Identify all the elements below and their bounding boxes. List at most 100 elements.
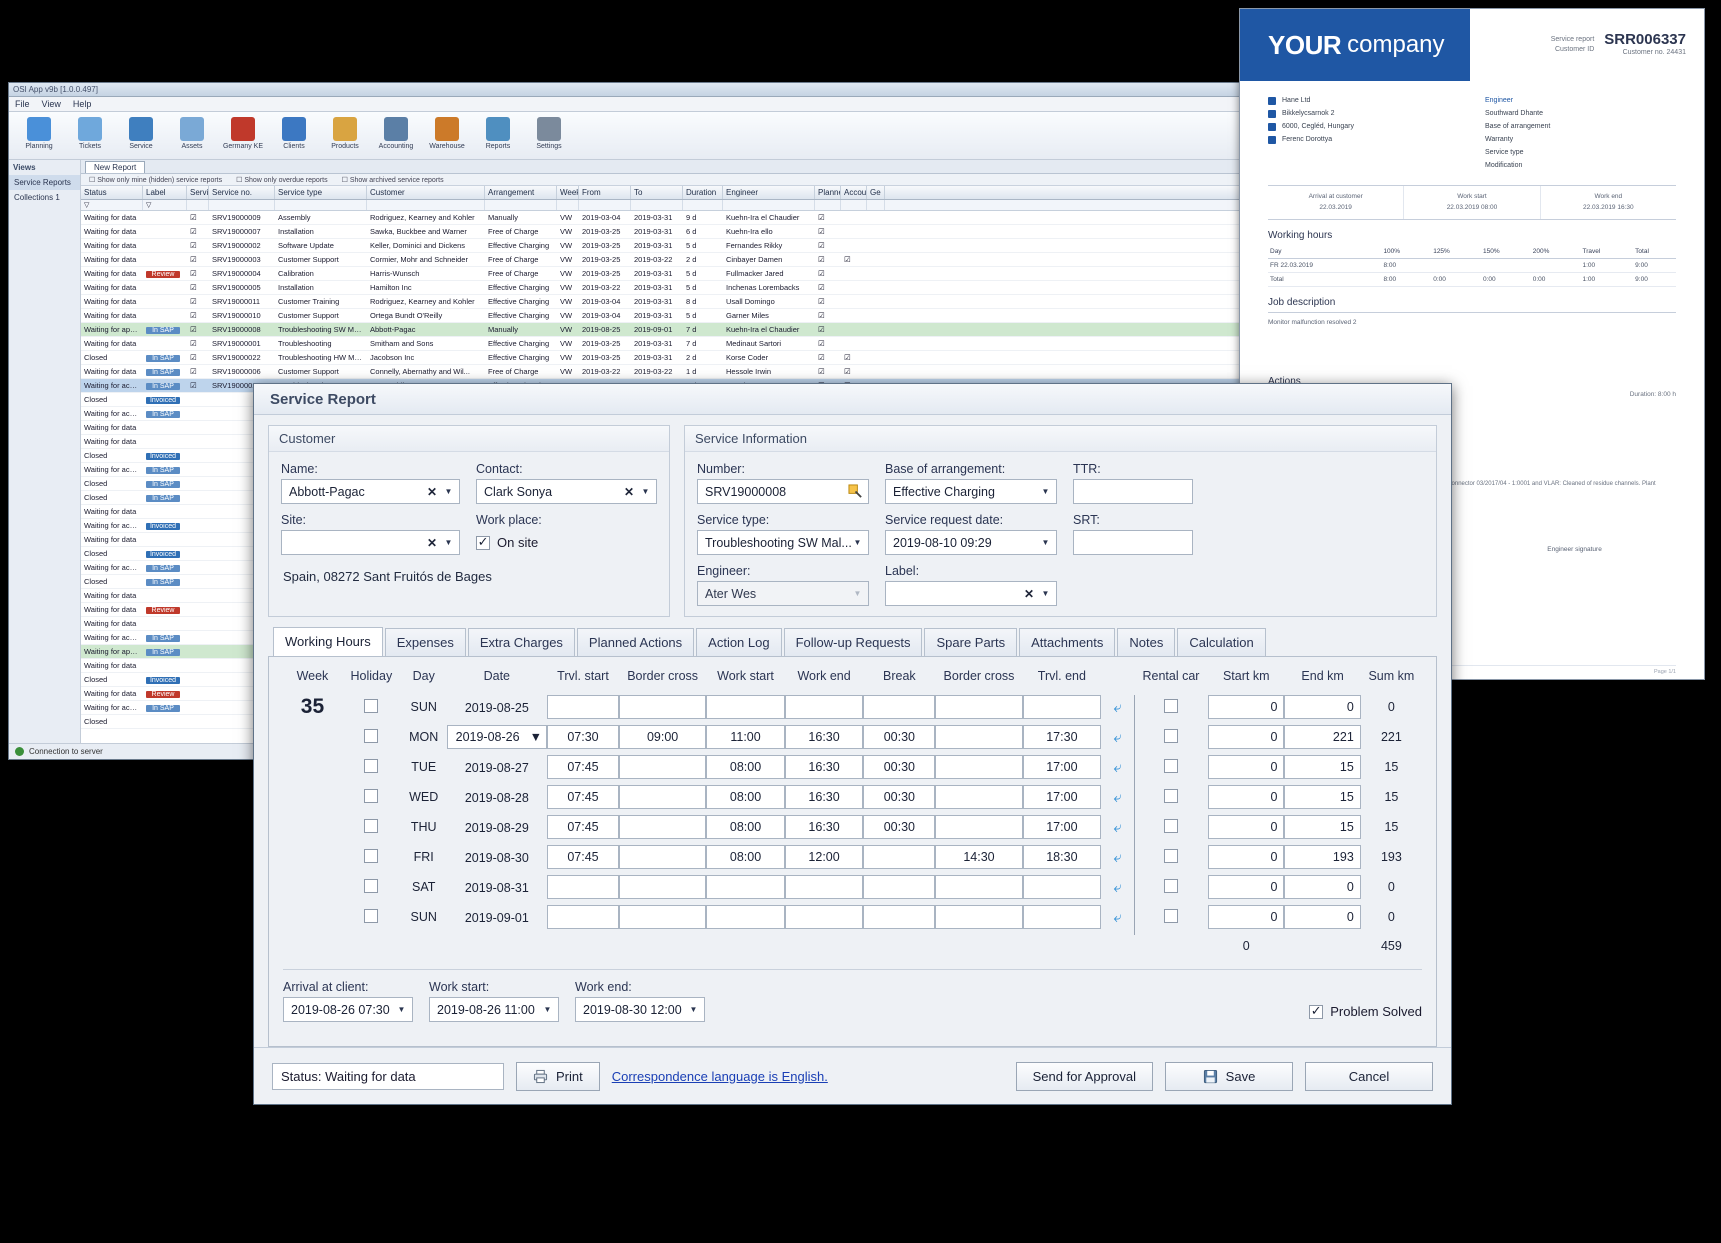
customer-site-clear-icon[interactable]: ✕ xyxy=(422,536,442,550)
holiday-checkbox[interactable] xyxy=(364,908,379,923)
chevron-down-icon[interactable]: ▼ xyxy=(442,487,455,496)
tab-working-hours[interactable]: Working Hours xyxy=(273,627,383,657)
chevron-down-icon[interactable]: ▼ xyxy=(851,538,864,547)
travel-start-input[interactable]: 07:45 xyxy=(546,785,619,809)
toolbar-settings[interactable]: Settings xyxy=(525,115,573,151)
start-km-input[interactable]: 0 xyxy=(1208,755,1285,779)
travel-end-input[interactable]: 18:30 xyxy=(1022,845,1102,869)
end-km-input[interactable]: 15 xyxy=(1284,785,1361,809)
border-cross-out-input[interactable] xyxy=(618,815,707,839)
menu-item-view[interactable]: View xyxy=(42,99,61,109)
save-button[interactable]: Save xyxy=(1165,1061,1293,1091)
magic-wand-icon[interactable] xyxy=(847,483,864,500)
work-start-input[interactable] xyxy=(706,905,785,929)
table-row[interactable]: Waiting for data ☑ SRV19000009 Assembly Rodr… xyxy=(81,211,1244,225)
reset-row-icon[interactable]: ⤶ xyxy=(1113,909,1121,926)
chevron-down-icon[interactable]: ▼ xyxy=(442,538,455,547)
holiday-checkbox[interactable] xyxy=(364,728,379,743)
border-cross-in-input[interactable]: 14:30 xyxy=(935,845,1023,869)
wh-holiday-cell[interactable] xyxy=(342,785,401,815)
filter-cell-5[interactable] xyxy=(367,200,485,210)
travel-start-input[interactable]: 07:45 xyxy=(546,815,619,839)
service-type-combobox[interactable]: Troubleshooting SW Mal... ▼ xyxy=(697,530,869,555)
travel-end-input[interactable] xyxy=(1022,905,1102,929)
start-km-input[interactable]: 0 xyxy=(1208,815,1285,839)
wh-date-cell[interactable]: 2019-08-31 xyxy=(447,875,547,905)
col-header-engineer[interactable]: Engineer xyxy=(723,186,815,199)
toolbar-service[interactable]: Service xyxy=(117,115,165,151)
work-end-picker[interactable]: 2019-08-30 12:00 ▼ xyxy=(575,997,705,1022)
col-header-to[interactable]: To xyxy=(631,186,683,199)
base-of-arrangement-combobox[interactable]: Effective Charging ▼ xyxy=(885,479,1057,504)
toolbar-assets[interactable]: Assets xyxy=(168,115,216,151)
filter-cell-10[interactable] xyxy=(683,200,723,210)
work-start-input[interactable] xyxy=(706,875,785,899)
break-input[interactable] xyxy=(863,875,936,899)
start-km-input[interactable]: 0 xyxy=(1208,695,1285,719)
service-report-dialog[interactable]: Service Report Customer Name: Abbott-Pag… xyxy=(253,383,1452,1105)
chevron-down-icon[interactable]: ▼ xyxy=(639,487,652,496)
table-row[interactable]: Waiting for data Review ☑ SRV19000004 Calibr… xyxy=(81,267,1244,281)
working-hours-row[interactable]: WED 2019-08-28 07:45 08:00 16:30 00:30 1… xyxy=(283,785,1422,815)
table-row[interactable]: Closed In SAP ☑ SRV19000022 Troubleshooting … xyxy=(81,351,1244,365)
start-km-input[interactable]: 0 xyxy=(1208,875,1285,899)
srt-field[interactable] xyxy=(1073,530,1193,555)
date-combobox[interactable]: 2019-08-26 ▼ xyxy=(446,725,547,749)
work-end-input[interactable]: 16:30 xyxy=(784,815,864,839)
rental-car-checkbox[interactable] xyxy=(1164,698,1179,713)
tab-notes[interactable]: Notes xyxy=(1117,628,1176,656)
col-header-ge[interactable]: Ge xyxy=(867,186,885,199)
holiday-checkbox[interactable] xyxy=(364,698,379,713)
break-input[interactable] xyxy=(863,845,936,869)
col-header-planned[interactable]: Planned xyxy=(815,186,841,199)
back-window-menubar[interactable]: File View Help xyxy=(9,97,1244,112)
filter-cell-6[interactable] xyxy=(485,200,557,210)
filter-cell-11[interactable] xyxy=(723,200,815,210)
tab-new-report[interactable]: New Report xyxy=(85,160,146,173)
filter-checkbox-1[interactable]: ☐ Show only overdue reports xyxy=(236,176,328,184)
chevron-down-icon[interactable]: ▼ xyxy=(687,1005,700,1014)
holiday-checkbox[interactable] xyxy=(364,818,379,833)
end-km-input[interactable]: 0 xyxy=(1284,905,1361,929)
border-cross-in-input[interactable] xyxy=(935,815,1023,839)
work-start-input[interactable]: 08:00 xyxy=(706,785,785,809)
work-end-input[interactable] xyxy=(784,875,864,899)
views-sidebar[interactable]: Views Service Reports Collections 1 xyxy=(9,160,81,758)
grid-column-headers[interactable]: StatusLabelServiceService no.Service typ… xyxy=(81,186,1244,200)
travel-end-input[interactable] xyxy=(1022,875,1102,899)
rental-car-checkbox[interactable] xyxy=(1164,728,1179,743)
customer-contact-combobox[interactable]: Clark Sonya ✕ ▼ xyxy=(476,479,657,504)
wh-holiday-cell[interactable] xyxy=(342,755,401,785)
label-combobox[interactable]: ✕ ▼ xyxy=(885,581,1057,606)
filter-cell-1[interactable]: ▽ xyxy=(143,200,187,210)
col-header-arrangement[interactable]: Arrangement xyxy=(485,186,557,199)
menu-item-file[interactable]: File xyxy=(15,99,30,109)
send-for-approval-button[interactable]: Send for Approval xyxy=(1015,1061,1153,1091)
wh-holiday-cell[interactable] xyxy=(342,815,401,845)
rental-car-checkbox[interactable] xyxy=(1164,848,1179,863)
work-start-picker[interactable]: 2019-08-26 11:00 ▼ xyxy=(429,997,559,1022)
engineer-combobox[interactable]: Ater Wes ▼ xyxy=(697,581,869,606)
col-header-week[interactable]: Week xyxy=(557,186,579,199)
table-row[interactable]: Waiting for approvalIn SAP ☑ SRV19000008 Tr… xyxy=(81,323,1244,337)
ttr-field[interactable] xyxy=(1073,479,1193,504)
customer-site-combobox[interactable]: ✕ ▼ xyxy=(281,530,461,555)
table-row[interactable]: Waiting for data ☑ SRV19000003 Customer Sup… xyxy=(81,253,1244,267)
work-end-input[interactable]: 16:30 xyxy=(784,725,864,749)
chevron-down-icon[interactable]: ▼ xyxy=(395,1005,408,1014)
rental-car-checkbox[interactable] xyxy=(1164,788,1179,803)
travel-start-input[interactable]: 07:45 xyxy=(546,755,619,779)
correspondence-language-link[interactable]: Correspondence language is English. xyxy=(612,1069,828,1084)
filter-cell-13[interactable] xyxy=(841,200,867,210)
filter-cell-9[interactable] xyxy=(631,200,683,210)
start-km-input[interactable]: 0 xyxy=(1208,905,1285,929)
travel-end-input[interactable]: 17:00 xyxy=(1022,785,1102,809)
filter-checkbox-0[interactable]: ☐ Show only mine (hidden) service report… xyxy=(89,176,222,184)
travel-end-input[interactable]: 17:30 xyxy=(1022,725,1102,749)
reset-row-icon[interactable]: ⤶ xyxy=(1113,729,1121,746)
tab-extra-charges[interactable]: Extra Charges xyxy=(467,628,575,656)
holiday-checkbox[interactable] xyxy=(364,878,379,893)
reset-row-icon[interactable]: ⤶ xyxy=(1113,789,1121,806)
table-row[interactable]: Waiting for data ☑ SRV19000007 Installation… xyxy=(81,225,1244,239)
wh-date-cell[interactable]: 2019-08-29 xyxy=(447,815,547,845)
